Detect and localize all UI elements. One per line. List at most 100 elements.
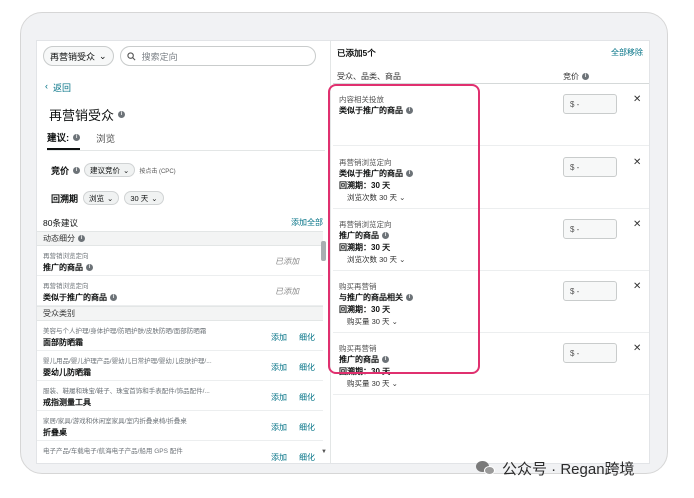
added-status: 已添加: [275, 287, 299, 296]
bid-input[interactable]: $ -: [563, 94, 617, 114]
close-icon[interactable]: ✕: [633, 94, 641, 105]
page-title: 再营销受众 i: [49, 105, 126, 124]
close-icon[interactable]: ✕: [633, 343, 641, 354]
tab-label: 建议:: [47, 133, 70, 144]
list-item: 再营销浏览定向 推广的商品 i 已添加: [37, 246, 323, 276]
list-item: 婴儿用品/婴儿护理产品/婴幼儿日常护理/婴幼儿皮肤护理/... 婴幼儿防晒霜 添…: [37, 351, 323, 381]
back-link[interactable]: ‹ 返回: [45, 81, 71, 94]
info-icon[interactable]: i: [118, 111, 126, 118]
info-icon[interactable]: i: [110, 294, 117, 301]
item-category: 再营销浏览定向: [43, 253, 89, 260]
bid-input[interactable]: $ -: [563, 157, 617, 177]
item-category: 电子产品/车载电子/航海电子产品/船用 GPS 配件: [43, 448, 183, 455]
section-header-audience-category: 受众类别: [37, 306, 323, 321]
item-actions: 添加 细化: [271, 362, 315, 373]
lookback-label: 回溯期: [51, 193, 79, 204]
search-placeholder: 搜索定向: [141, 51, 178, 62]
lookback-type-value: 浏览: [89, 193, 105, 203]
chevron-down-icon: ⌄: [391, 379, 398, 388]
add-button[interactable]: 添加: [271, 362, 287, 373]
watermark-text: 公众号 · Regan跨境: [502, 461, 635, 478]
item-category: 服装、鞋履和珠宝/鞋子、珠宝首饰和手表配件/饰品配件/...: [43, 388, 210, 395]
add-button[interactable]: 添加: [271, 422, 287, 433]
section-title: 受众类别: [43, 309, 75, 318]
section-title: 动态细分: [43, 234, 75, 243]
lookback-days-select[interactable]: 30 天 ⌄: [124, 191, 164, 205]
watermark: 公众号 · Regan跨境: [476, 458, 635, 479]
item-actions: 添加 细化: [271, 332, 315, 343]
bid-label: 竞价: [51, 165, 70, 176]
item-name-text: 推广的商品: [43, 263, 83, 272]
tab-suggestions[interactable]: 建议: i: [47, 131, 81, 150]
item-actions: 添加 细化: [271, 452, 315, 463]
item-actions: 添加 细化: [271, 392, 315, 403]
info-icon[interactable]: i: [86, 264, 93, 271]
add-button[interactable]: 添加: [271, 392, 287, 403]
targeting-browser-panel: 再营销受众 ⌄ 搜索定向 ‹ 返回 再营销受众 i 建议: i 浏览 竞价 i …: [37, 41, 331, 463]
bid-input[interactable]: $ -: [563, 219, 617, 239]
bid-type-value: 建议竞价: [90, 165, 121, 175]
add-all-button[interactable]: 添加全部: [291, 217, 323, 229]
lookback-days-value: 30 天: [130, 193, 149, 203]
added-status: 已添加: [275, 257, 299, 266]
target-metric: 购买量 30 天: [347, 379, 390, 388]
close-icon[interactable]: ✕: [633, 219, 641, 230]
chevron-down-icon: ⌄: [107, 193, 114, 203]
refine-button[interactable]: 细化: [299, 422, 315, 433]
highlight-box: [328, 84, 480, 374]
col-bid: 竞价 i: [563, 71, 589, 82]
bid-row: 竞价 i 建议竞价 ⌄ 按点击 (CPC): [51, 163, 176, 177]
search-input[interactable]: 搜索定向: [119, 46, 316, 66]
tab-bar: 建议: i 浏览: [47, 131, 325, 151]
audience-type-select[interactable]: 再营销受众 ⌄: [43, 46, 114, 66]
scroll-down-icon[interactable]: ▼: [321, 449, 327, 455]
added-count: 已添加5个: [337, 48, 376, 58]
refine-button[interactable]: 细化: [299, 332, 315, 343]
bid-input[interactable]: $ -: [563, 343, 617, 363]
bid-type-select[interactable]: 建议竞价 ⌄: [84, 163, 136, 177]
item-actions: 添加 细化: [271, 422, 315, 433]
suggestion-count: 80条建议: [43, 218, 78, 228]
suggestions-header: 80条建议 添加全部: [43, 217, 323, 229]
suggestion-list: 动态细分 i 再营销浏览定向 推广的商品 i 已添加 再营销浏览定向 类似于推广的…: [37, 231, 323, 463]
added-column-headers: 受众、品类、商品 竞价 i: [337, 71, 643, 82]
target-metric-select[interactable]: 购买量 30 天 ⌄: [347, 378, 398, 389]
lookback-type-select[interactable]: 浏览 ⌄: [83, 191, 120, 205]
close-icon[interactable]: ✕: [633, 157, 641, 168]
remove-all-button[interactable]: 全部移除: [611, 47, 643, 59]
top-controls: 再营销受众 ⌄ 搜索定向: [43, 45, 316, 67]
chevron-down-icon: ⌄: [123, 165, 130, 175]
col-bid-label: 竞价: [563, 72, 579, 81]
col-target: 受众、品类、商品: [337, 72, 401, 81]
chevron-down-icon: ⌄: [99, 50, 107, 61]
close-icon[interactable]: ✕: [633, 281, 641, 292]
refine-button[interactable]: 细化: [299, 392, 315, 403]
info-icon[interactable]: i: [73, 133, 81, 141]
back-label: 返回: [53, 83, 72, 93]
info-icon[interactable]: i: [582, 73, 589, 80]
info-icon[interactable]: i: [73, 166, 81, 174]
refine-button[interactable]: 细化: [299, 452, 315, 463]
bid-unit: 按点击 (CPC): [139, 168, 176, 175]
list-item: 美容与个人护理/身体护理/防晒护肤/皮肤防晒/面部防晒霜 面部防晒霜 添加 细化: [37, 321, 323, 351]
chevron-down-icon: ⌄: [151, 193, 158, 203]
bid-input[interactable]: $ -: [563, 281, 617, 301]
audience-type-label: 再营销受众: [50, 51, 96, 62]
wechat-icon: [476, 460, 496, 477]
section-header-dynamic: 动态细分 i: [37, 231, 323, 246]
item-category: 家居/家具/游戏和休闲室家具/室内折叠桌椅/折叠桌: [43, 418, 187, 425]
item-category: 再营销浏览定向: [43, 283, 89, 290]
tab-browse[interactable]: 浏览: [96, 131, 115, 150]
item-name-text: 类似于推广的商品: [43, 293, 107, 302]
add-button[interactable]: 添加: [271, 452, 287, 463]
added-header: 已添加5个 全部移除: [337, 47, 643, 59]
scrollbar-thumb[interactable]: [321, 241, 326, 261]
refine-button[interactable]: 细化: [299, 362, 315, 373]
info-icon[interactable]: i: [78, 235, 85, 242]
item-category: 婴儿用品/婴儿护理产品/婴幼儿日常护理/婴幼儿皮肤护理/...: [43, 358, 212, 365]
tab-label: 浏览: [96, 134, 116, 145]
list-item: 电子产品/车载电子/航海电子产品/船用 GPS 配件 添加 细化: [37, 441, 323, 463]
add-button[interactable]: 添加: [271, 332, 287, 343]
list-item: 家居/家具/游戏和休闲室家具/室内折叠桌椅/折叠桌 折叠桌 添加 细化: [37, 411, 323, 441]
page-title-text: 再营销受众: [49, 108, 115, 123]
